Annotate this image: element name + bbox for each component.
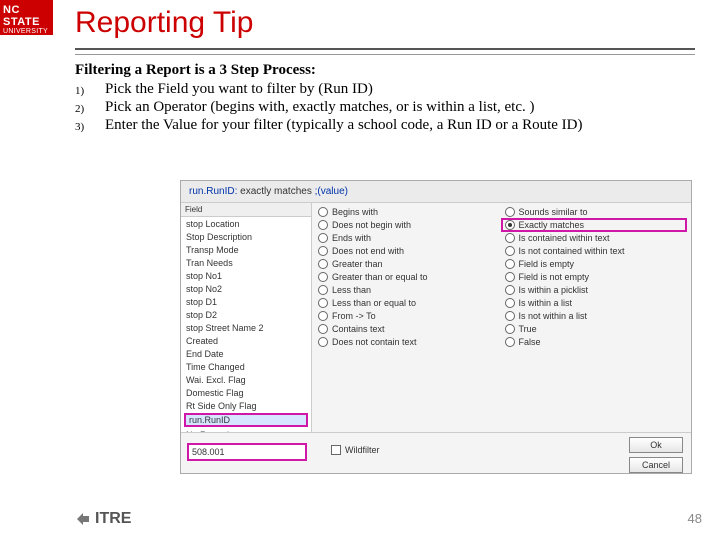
radio-icon bbox=[318, 337, 328, 347]
operator-panel: Begins with Does not begin with Ends with D… bbox=[312, 203, 691, 451]
field-item[interactable]: Tran Needs bbox=[181, 256, 311, 269]
field-item[interactable]: End Date bbox=[181, 347, 311, 360]
radio-icon bbox=[505, 337, 515, 347]
radio-icon bbox=[505, 285, 515, 295]
radio-icon bbox=[505, 311, 515, 321]
radio-icon bbox=[318, 246, 328, 256]
field-item[interactable]: stop Street Name 2 bbox=[181, 321, 311, 334]
field-item[interactable]: stop No1 bbox=[181, 269, 311, 282]
operator-radio[interactable]: Is not contained within text bbox=[505, 246, 686, 256]
lead-line: Filtering a Report is a 3 Step Process: bbox=[75, 62, 695, 79]
radio-icon bbox=[505, 246, 515, 256]
operator-radio[interactable]: Does not contain text bbox=[318, 337, 499, 347]
radio-icon bbox=[505, 298, 515, 308]
checkbox-icon bbox=[331, 445, 341, 455]
wildfilter-checkbox[interactable]: Wildfilter bbox=[331, 445, 380, 455]
radio-icon bbox=[505, 324, 515, 334]
field-item[interactable]: stop D2 bbox=[181, 308, 311, 321]
search-value-input[interactable]: 508.001 bbox=[187, 443, 307, 461]
operator-radio[interactable]: Is not within a list bbox=[505, 311, 686, 321]
operator-radio[interactable]: Begins with bbox=[318, 207, 499, 217]
field-item[interactable]: stop Location bbox=[181, 217, 311, 230]
radio-icon bbox=[318, 207, 328, 217]
radio-icon bbox=[318, 220, 328, 230]
operator-radio[interactable]: Greater than bbox=[318, 259, 499, 269]
operator-radio[interactable]: Is within a list bbox=[505, 298, 686, 308]
operator-radio[interactable]: Contains text bbox=[318, 324, 499, 334]
operator-radio[interactable]: Greater than or equal to bbox=[318, 272, 499, 282]
field-item[interactable]: Created bbox=[181, 334, 311, 347]
rule-expression: run.RunID: exactly matches ;(value) bbox=[181, 181, 691, 203]
radio-icon bbox=[318, 324, 328, 334]
step-row: 2)Pick an Operator (begins with, exactly… bbox=[75, 99, 695, 116]
radio-icon bbox=[318, 259, 328, 269]
field-runid-selected[interactable]: run.RunID bbox=[184, 413, 308, 427]
slide-number: 48 bbox=[688, 511, 702, 526]
filter-dialog-screenshot: run.RunID: exactly matches ;(value) Fiel… bbox=[180, 180, 692, 474]
radio-icon bbox=[318, 285, 328, 295]
field-item[interactable]: Rt Side Only Flag bbox=[181, 399, 311, 412]
field-item[interactable]: stop D1 bbox=[181, 295, 311, 308]
operator-radio[interactable]: True bbox=[505, 324, 686, 334]
operator-radio[interactable]: Does not begin with bbox=[318, 220, 499, 230]
step-row: 1)Pick the Field you want to filter by (… bbox=[75, 81, 695, 98]
radio-icon bbox=[318, 233, 328, 243]
field-item[interactable]: Transp Mode bbox=[181, 243, 311, 256]
ok-button[interactable]: Ok bbox=[629, 437, 683, 453]
itre-arrow-icon bbox=[75, 511, 91, 527]
step-row: 3)Enter the Value for your filter (typic… bbox=[75, 117, 695, 134]
cancel-button[interactable]: Cancel bbox=[629, 457, 683, 473]
itre-logo: ITRE bbox=[75, 510, 131, 528]
field-item[interactable]: Wai. Excl. Flag bbox=[181, 373, 311, 386]
operator-radio[interactable]: Ends with bbox=[318, 233, 499, 243]
radio-icon bbox=[318, 272, 328, 282]
radio-icon bbox=[318, 311, 328, 321]
ncstate-logo: NC STATE UNIVERSITY bbox=[0, 0, 53, 35]
radio-icon bbox=[505, 207, 515, 217]
slide-title: Reporting Tip bbox=[75, 6, 253, 40]
field-item[interactable]: stop No2 bbox=[181, 282, 311, 295]
field-item[interactable]: Stop Description bbox=[181, 230, 311, 243]
field-list[interactable]: Field stop LocationStop DescriptionTrans… bbox=[181, 203, 312, 451]
operator-radio[interactable]: Does not end with bbox=[318, 246, 499, 256]
body-text: Filtering a Report is a 3 Step Process: … bbox=[75, 62, 695, 135]
operator-radio[interactable]: Less than bbox=[318, 285, 499, 295]
field-item[interactable]: Domestic Flag bbox=[181, 386, 311, 399]
operator-radio[interactable]: Sounds similar to bbox=[505, 207, 686, 217]
operator-radio[interactable]: Is contained within text bbox=[505, 233, 686, 243]
operator-radio[interactable]: False bbox=[505, 337, 686, 347]
radio-icon bbox=[505, 233, 515, 243]
operator-radio[interactable]: Field is empty bbox=[505, 259, 686, 269]
operator-radio[interactable]: Exactly matches bbox=[501, 218, 688, 232]
operator-radio[interactable]: Is within a picklist bbox=[505, 285, 686, 295]
field-list-header: Field bbox=[181, 203, 311, 217]
radio-icon bbox=[505, 272, 515, 282]
title-rule bbox=[75, 48, 695, 55]
radio-icon bbox=[505, 259, 515, 269]
operator-radio[interactable]: Less than or equal to bbox=[318, 298, 499, 308]
operator-radio[interactable]: Field is not empty bbox=[505, 272, 686, 282]
radio-icon bbox=[318, 298, 328, 308]
operator-radio[interactable]: From -> To bbox=[318, 311, 499, 321]
field-item[interactable]: Time Changed bbox=[181, 360, 311, 373]
radio-icon bbox=[505, 220, 515, 230]
